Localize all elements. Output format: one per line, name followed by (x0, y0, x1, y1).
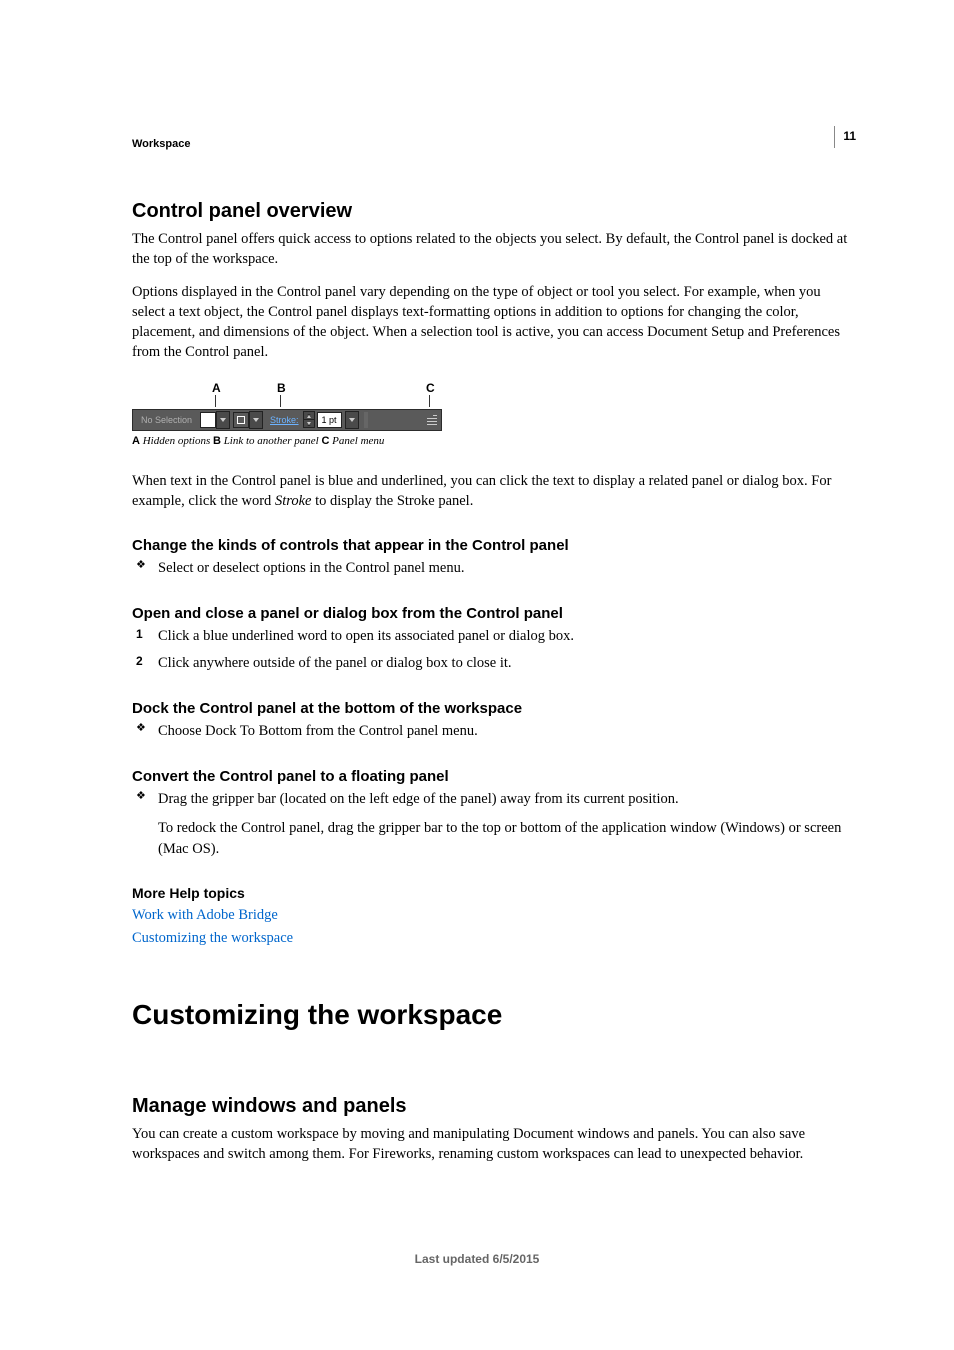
subheading-change-controls: Change the kinds of controls that appear… (132, 537, 856, 554)
gripper-dots (364, 412, 368, 428)
chapter-heading-customizing-workspace: Customizing the workspace (132, 999, 856, 1031)
control-panel-bar: No Selection Stroke: 1 pt (132, 409, 442, 431)
more-help-heading: More Help topics (132, 885, 856, 901)
stroke-weight-dropdown[interactable] (345, 411, 359, 429)
list-item: Click a blue underlined word to open its… (158, 626, 856, 647)
help-link-customizing-workspace[interactable]: Customizing the workspace (132, 930, 856, 947)
subheading-open-close-panel: Open and close a panel or dialog box fro… (132, 605, 856, 622)
heading-control-panel-overview: Control panel overview (132, 200, 856, 223)
body-paragraph: To redock the Control panel, drag the gr… (158, 818, 856, 859)
figure-caption: A Hidden options B Link to another panel… (132, 435, 856, 447)
callout-label-c: C (426, 381, 435, 395)
subheading-dock-bottom: Dock the Control panel at the bottom of … (132, 700, 856, 717)
stroke-weight-value[interactable]: 1 pt (317, 412, 342, 428)
fill-dropdown[interactable] (216, 411, 230, 429)
list-item: Click anywhere outside of the panel or d… (158, 653, 856, 674)
body-paragraph: When text in the Control panel is blue a… (132, 471, 856, 512)
panel-menu-icon[interactable] (421, 415, 441, 425)
subheading-convert-floating: Convert the Control panel to a floating … (132, 768, 856, 785)
footer-last-updated: Last updated 6/5/2015 (0, 1252, 954, 1266)
callout-label-a: A (212, 381, 221, 395)
list-item: Choose Dock To Bottom from the Control p… (158, 721, 856, 742)
fill-swatch[interactable] (200, 412, 216, 428)
header-section-label: Workspace (132, 138, 856, 150)
stroke-link[interactable]: Stroke: (266, 415, 303, 425)
list-item: Drag the gripper bar (located on the lef… (158, 789, 856, 810)
no-selection-label: No Selection (133, 415, 200, 425)
stroke-weight-stepper[interactable] (303, 411, 315, 428)
stroke-swatch[interactable] (233, 412, 249, 428)
heading-manage-windows-panels: Manage windows and panels (132, 1095, 856, 1118)
callout-label-b: B (277, 381, 286, 395)
page-number: 11 (834, 126, 856, 148)
help-link-adobe-bridge[interactable]: Work with Adobe Bridge (132, 907, 856, 924)
body-paragraph: Options displayed in the Control panel v… (132, 282, 856, 363)
body-paragraph: The Control panel offers quick access to… (132, 229, 856, 270)
figure-control-panel: A B C No Selection Stroke: 1 pt A Hidden… (132, 381, 856, 447)
body-paragraph: You can create a custom workspace by mov… (132, 1124, 856, 1165)
list-item: Select or deselect options in the Contro… (158, 558, 856, 579)
stroke-dropdown[interactable] (249, 411, 263, 429)
